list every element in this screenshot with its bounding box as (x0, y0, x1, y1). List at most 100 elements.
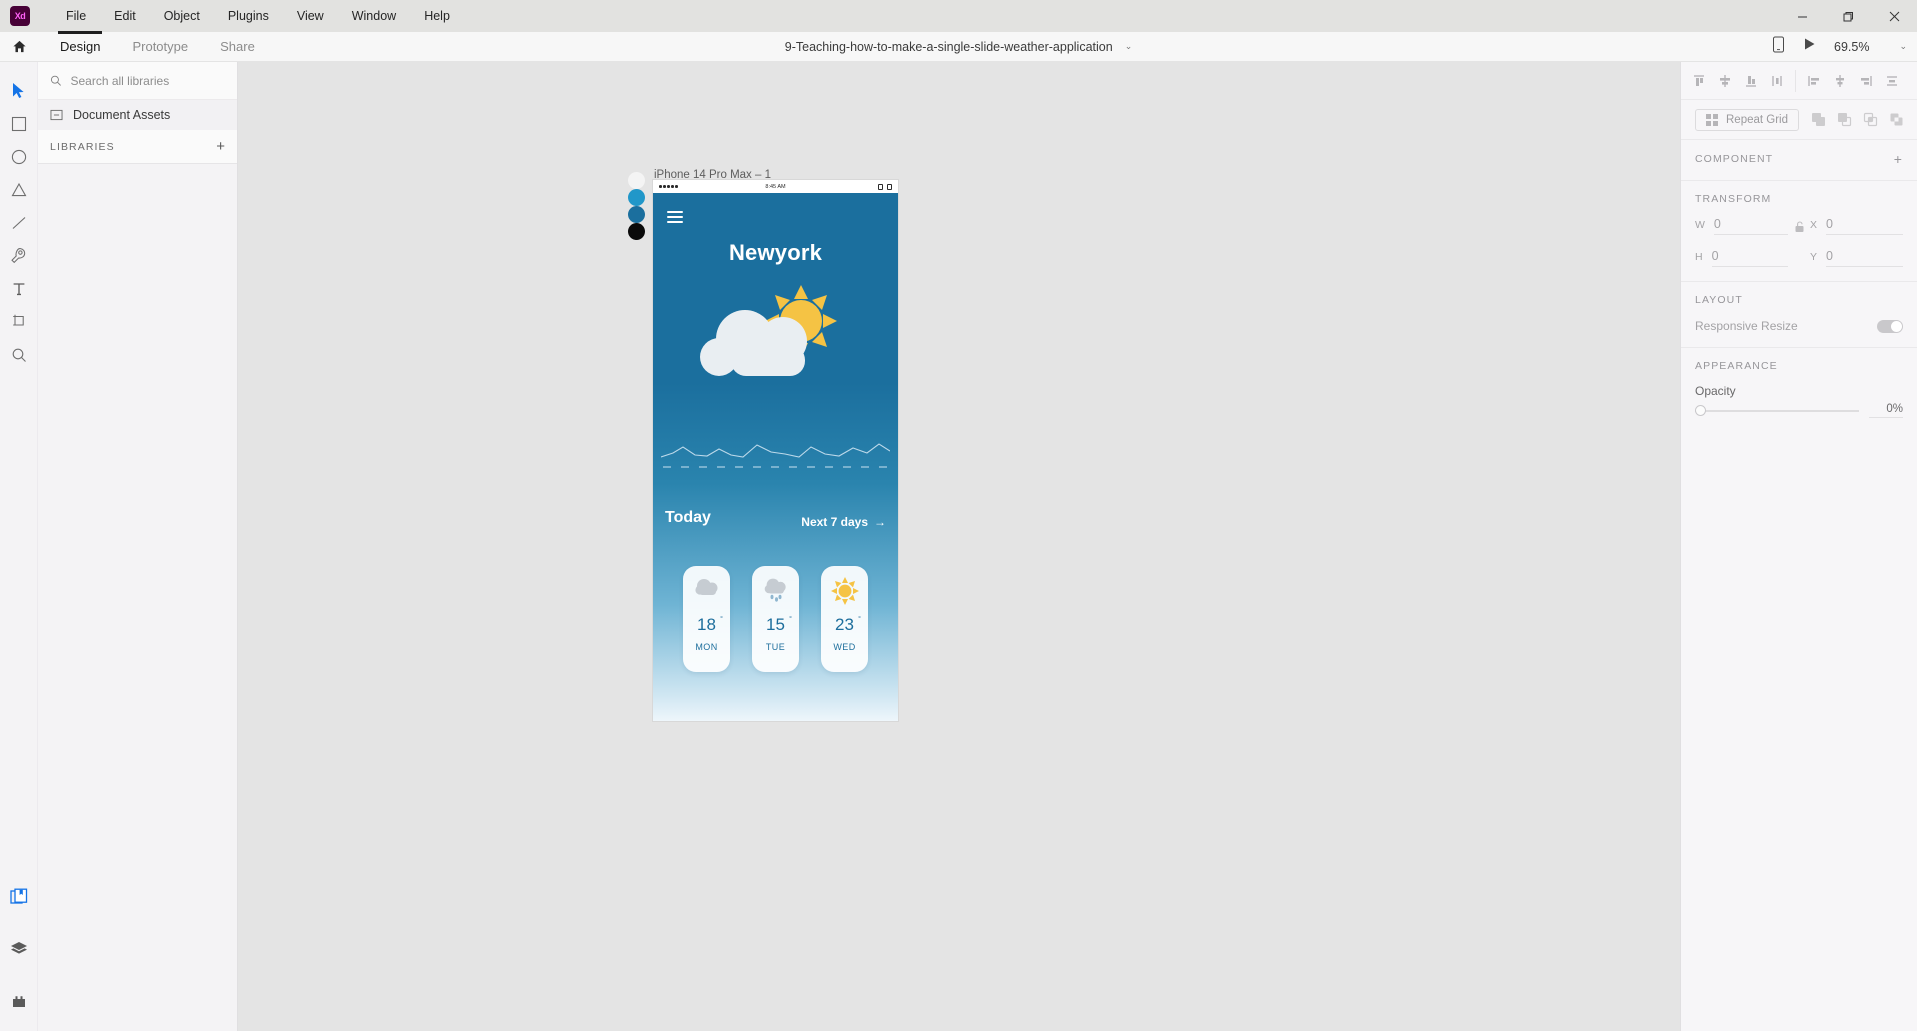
x-value[interactable]: 0 (1826, 217, 1903, 235)
appearance-section: APPEARANCE Opacity 0% (1681, 348, 1917, 432)
document-title-area: 9-Teaching-how-to-make-a-single-slide-we… (0, 40, 1917, 54)
unlocked-aspect-ratio-icon (1795, 220, 1803, 232)
tab-prototype[interactable]: Prototype (116, 32, 204, 62)
search-input[interactable] (70, 73, 225, 88)
main-menu-bar: File Edit Object Plugins View Window Hel… (52, 5, 464, 27)
hamburger-menu-icon[interactable] (667, 211, 683, 226)
property-inspector: Repeat Grid COMPONENT + TRANSFORM W 0 X … (1680, 62, 1917, 1031)
maximize-button[interactable] (1825, 0, 1871, 32)
plugins-panel-button[interactable] (0, 984, 38, 1017)
chart-svg (660, 443, 891, 468)
status-bar-time: 8:45 AM (765, 183, 786, 190)
color-swatch[interactable] (628, 172, 645, 189)
color-swatch[interactable] (628, 223, 645, 240)
y-value[interactable]: 0 (1826, 249, 1903, 267)
line-icon (12, 216, 25, 229)
menu-help[interactable]: Help (410, 5, 464, 27)
layout-header: LAYOUT (1695, 294, 1903, 306)
align-left-icon[interactable] (1803, 70, 1825, 92)
intersect-shape-icon[interactable] (1859, 109, 1881, 131)
color-swatch[interactable] (628, 189, 645, 206)
align-right-icon[interactable] (1855, 70, 1877, 92)
rectangle-icon (11, 116, 26, 131)
polygon-tool[interactable] (0, 173, 38, 206)
tab-design[interactable]: Design (44, 30, 116, 62)
align-bottom-icon[interactable] (1740, 70, 1762, 92)
zoom-level-value[interactable]: 69.5% (1834, 40, 1869, 54)
workspace: Document Assets LIBRARIES + iPhone 14 Pr… (0, 62, 1917, 1031)
height-label: H (1695, 251, 1703, 263)
opacity-slider-knob[interactable] (1695, 404, 1706, 416)
sun-behind-cloud-icon (700, 285, 837, 376)
line-tool[interactable] (0, 206, 38, 239)
forecast-card[interactable]: 18 ° MON (683, 566, 730, 672)
artboard-tool[interactable] (0, 305, 38, 338)
search-row (38, 62, 237, 100)
rectangle-tool[interactable] (0, 107, 38, 140)
align-top-icon[interactable] (1688, 70, 1710, 92)
artboard-iphone-14-pro-max-1[interactable]: 8:45 AM Newyork Today Next 7 days → 18 °… (653, 180, 898, 721)
distribute-vertical-icon[interactable] (1766, 70, 1788, 92)
mobile-preview-button[interactable] (1772, 36, 1785, 58)
add-library-button[interactable]: + (216, 139, 225, 154)
height-value[interactable]: 0 (1711, 249, 1788, 267)
libraries-icon (10, 888, 28, 904)
responsive-resize-toggle[interactable] (1877, 319, 1903, 333)
pen-tool[interactable] (0, 239, 38, 272)
menu-plugins[interactable]: Plugins (214, 5, 283, 27)
height-field[interactable]: H 0 (1695, 249, 1788, 267)
menu-object[interactable]: Object (150, 5, 214, 27)
add-shape-icon[interactable] (1807, 109, 1829, 131)
home-button[interactable] (0, 39, 38, 54)
layout-section: LAYOUT Responsive Resize (1681, 282, 1917, 348)
document-assets-item[interactable]: Document Assets (38, 100, 237, 130)
libraries-panel-button[interactable] (0, 880, 38, 913)
status-bar-right-icons (878, 183, 892, 190)
forecast-card[interactable]: 15 ° TUE (752, 566, 799, 672)
add-component-button[interactable]: + (1894, 152, 1903, 166)
menu-window[interactable]: Window (338, 5, 410, 27)
layers-panel-button[interactable] (0, 932, 38, 965)
opacity-slider[interactable] (1695, 404, 1859, 418)
menu-view[interactable]: View (283, 5, 338, 27)
minimize-button[interactable] (1779, 0, 1825, 32)
align-horizontal-center-icon[interactable] (1829, 70, 1851, 92)
tab-share[interactable]: Share (204, 32, 271, 62)
y-field[interactable]: Y 0 (1810, 249, 1903, 267)
chevron-down-icon[interactable]: ⌄ (1125, 41, 1133, 52)
color-swatch[interactable] (628, 206, 645, 223)
subtract-shape-icon[interactable] (1833, 109, 1855, 131)
width-field[interactable]: W 0 (1695, 217, 1788, 235)
menu-edit[interactable]: Edit (100, 5, 150, 27)
phone-status-bar: 8:45 AM (653, 180, 898, 193)
opacity-value[interactable]: 0% (1869, 403, 1903, 418)
opacity-label: Opacity (1695, 384, 1736, 398)
opacity-control-row: 0% (1695, 403, 1903, 418)
design-canvas[interactable]: iPhone 14 Pro Max – 1 8:45 AM Newyork To… (238, 62, 1680, 1031)
text-tool[interactable] (0, 272, 38, 305)
close-button[interactable] (1871, 0, 1917, 32)
ellipse-tool[interactable] (0, 140, 38, 173)
minimize-icon (1797, 16, 1807, 17)
width-value[interactable]: 0 (1713, 217, 1788, 235)
transform-section: TRANSFORM W 0 X 0 H 0 Y 0 (1681, 181, 1917, 282)
repeat-grid-label: Repeat Grid (1726, 113, 1789, 126)
x-field[interactable]: X 0 (1810, 217, 1903, 235)
temperature-line-chart (660, 435, 891, 471)
exclude-overlap-icon[interactable] (1885, 109, 1907, 131)
text-icon (13, 282, 24, 295)
repeat-grid-button[interactable]: Repeat Grid (1695, 108, 1800, 131)
distribute-horizontal-icon[interactable] (1881, 70, 1903, 92)
zoom-chevron-down-icon[interactable]: ⌄ (1899, 41, 1907, 52)
next-7-days-button[interactable]: Next 7 days → (801, 515, 886, 529)
play-preview-button[interactable] (1803, 37, 1816, 56)
aspect-ratio-lock[interactable] (1788, 217, 1810, 235)
layers-icon (11, 941, 27, 954)
align-vertical-center-icon[interactable] (1714, 70, 1736, 92)
transform-fields: W 0 X 0 H 0 Y 0 (1695, 217, 1903, 267)
pen-icon (11, 248, 26, 264)
select-tool[interactable] (0, 74, 38, 107)
forecast-card[interactable]: 23 ° WED (821, 566, 868, 672)
menu-file[interactable]: File (52, 5, 100, 27)
zoom-tool[interactable] (0, 338, 38, 371)
